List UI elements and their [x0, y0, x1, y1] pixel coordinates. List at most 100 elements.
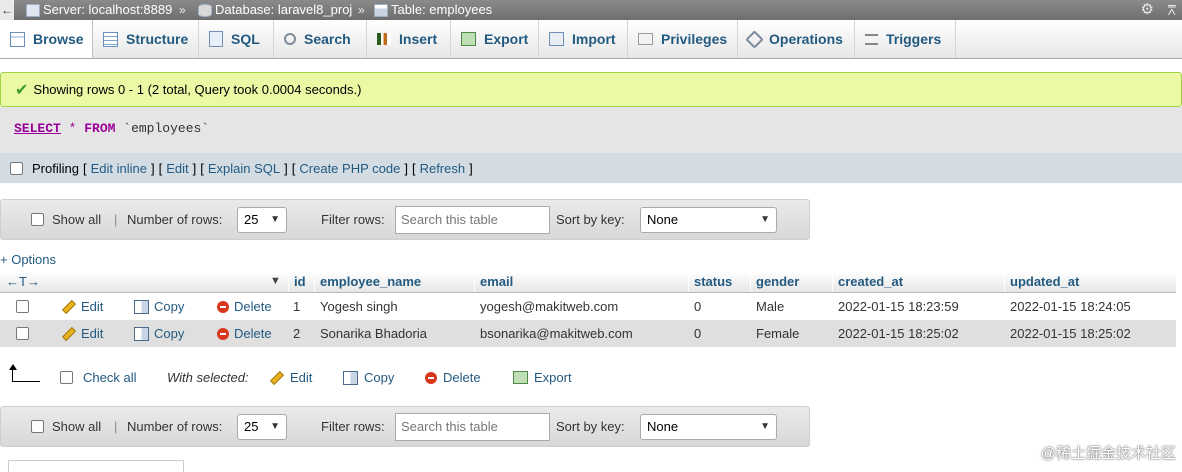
tab-import[interactable]: Import: [539, 20, 628, 58]
cell-email[interactable]: bsonarika@makitweb.com: [480, 326, 633, 341]
bulk-edit-button[interactable]: Edit: [269, 370, 312, 385]
column-header-gender[interactable]: gender: [756, 274, 799, 289]
cell-status[interactable]: 0: [694, 299, 701, 314]
triggers-icon: [865, 33, 878, 45]
back-arrow-icon[interactable]: ←: [0, 0, 14, 20]
bulk-export-button[interactable]: Export: [513, 370, 572, 385]
tab-export[interactable]: Export: [451, 20, 539, 58]
refresh-link[interactable]: Refresh: [420, 161, 466, 176]
with-selected-label: With selected:: [167, 370, 249, 385]
column-header-email[interactable]: email: [480, 274, 513, 289]
watermark: @稀土掘金技术社区: [1040, 445, 1176, 462]
bulk-delete-button[interactable]: Delete: [425, 370, 481, 385]
column-header-id[interactable]: id: [294, 274, 306, 289]
column-header-created-at[interactable]: created_at: [838, 274, 903, 289]
cell-id[interactable]: 1: [293, 299, 300, 314]
breadcrumb-database[interactable]: Database: laravel8_proj: [198, 0, 352, 20]
row-copy-button[interactable]: Copy: [134, 326, 184, 341]
profiling-checkbox[interactable]: [10, 161, 23, 175]
chevron-down-icon: ▼: [270, 213, 280, 225]
server-icon: [26, 3, 40, 17]
show-all-checkbox[interactable]: [31, 213, 44, 226]
filter-rows-label: Filter rows:: [321, 212, 385, 227]
filter-rows-label: Filter rows:: [321, 419, 385, 434]
profiling-label: Profiling: [32, 160, 79, 176]
cell-created-at[interactable]: 2022-01-15 18:23:59: [838, 299, 959, 314]
row-copy-button[interactable]: Copy: [134, 299, 184, 314]
tab-insert[interactable]: Insert: [367, 20, 451, 58]
column-menu-icon[interactable]: ▼: [270, 275, 281, 287]
cell-updated-at[interactable]: 2022-01-15 18:25:02: [1010, 326, 1131, 341]
cell-created-at[interactable]: 2022-01-15 18:25:02: [838, 326, 959, 341]
number-of-rows-select[interactable]: 25 ▼: [237, 413, 287, 440]
row-delete-button[interactable]: Delete: [217, 299, 272, 314]
cell-gender[interactable]: Male: [756, 299, 784, 314]
cell-employee-name[interactable]: Yogesh singh: [320, 299, 398, 314]
row-edit-button[interactable]: Edit: [61, 326, 103, 341]
breadcrumb: ← Server: localhost:8889 » Database: lar…: [0, 0, 1182, 20]
edit-link[interactable]: Edit: [166, 161, 188, 176]
cell-gender[interactable]: Female: [756, 326, 799, 341]
show-all-checkbox[interactable]: [31, 420, 44, 433]
show-all-toggle[interactable]: Show all: [31, 212, 101, 227]
tab-bar: Browse Structure SQL Search Insert Expor…: [0, 20, 1182, 59]
number-of-rows-select[interactable]: 25 ▼: [237, 206, 287, 233]
row-delete-button[interactable]: Delete: [217, 326, 272, 341]
tab-privileges[interactable]: Privileges: [628, 20, 738, 58]
tab-sql[interactable]: SQL: [199, 20, 274, 58]
options-link[interactable]: + Options: [0, 252, 56, 267]
operations-icon: [745, 29, 764, 49]
tab-triggers[interactable]: Triggers: [855, 20, 956, 58]
sort-by-key-select[interactable]: None ▼: [640, 413, 777, 440]
column-header-employee-name[interactable]: employee_name: [320, 274, 421, 289]
query-results-operations-panel: [8, 460, 184, 472]
chevron-down-icon: ▼: [760, 420, 770, 432]
copy-icon: [134, 326, 149, 341]
column-header-updated-at[interactable]: updated_at: [1010, 274, 1079, 289]
copy-icon: [343, 370, 358, 385]
check-all-checkbox[interactable]: [60, 371, 73, 384]
tab-structure[interactable]: Structure: [93, 20, 199, 58]
sort-by-key-select[interactable]: None ▼: [640, 206, 777, 233]
breadcrumb-server[interactable]: Server: localhost:8889: [26, 0, 172, 20]
tab-operations[interactable]: Operations: [738, 20, 855, 58]
sql-table-name: `employees`: [123, 121, 210, 136]
filter-rows-input[interactable]: Search this table: [395, 412, 550, 441]
cell-id[interactable]: 2: [293, 326, 300, 341]
navigation-bar-top: Show all | Number of rows: 25 ▼ Filter r…: [0, 199, 810, 240]
show-all-toggle[interactable]: Show all: [31, 419, 101, 434]
sql-query: SELECT * FROM `employees`: [0, 107, 1182, 153]
pencil-icon: [61, 326, 77, 341]
edit-inline-link[interactable]: Edit inline: [91, 161, 147, 176]
check-all-toggle[interactable]: Check all: [60, 370, 136, 385]
sql-icon: [209, 31, 223, 47]
number-of-rows-label: Number of rows:: [127, 419, 223, 434]
explain-sql-link[interactable]: Explain SQL: [208, 161, 280, 176]
bulk-copy-button[interactable]: Copy: [343, 370, 394, 385]
collapse-icon[interactable]: ⩞: [1167, 0, 1176, 20]
with-selected-bar: Check all With selected: Edit Copy Delet…: [0, 362, 620, 392]
breadcrumb-table[interactable]: Table: employees: [374, 0, 492, 20]
row-edit-button[interactable]: Edit: [61, 299, 103, 314]
create-php-code-link[interactable]: Create PHP code: [299, 161, 400, 176]
column-arrows-icon[interactable]: ←T→: [6, 274, 40, 289]
row-checkbox[interactable]: [16, 300, 29, 313]
tab-search[interactable]: Search: [274, 20, 367, 58]
database-icon: [198, 3, 212, 17]
column-header-status[interactable]: status: [694, 274, 732, 289]
cell-updated-at[interactable]: 2022-01-15 18:24:05: [1010, 299, 1131, 314]
gear-icon[interactable]: ⚙: [1141, 0, 1154, 20]
export-icon: [513, 371, 528, 384]
delete-icon: [217, 300, 229, 313]
table-icon: [374, 3, 388, 17]
tab-browse[interactable]: Browse: [0, 20, 93, 58]
filter-rows-input[interactable]: Search this table: [395, 205, 550, 234]
pencil-icon: [61, 299, 77, 314]
cell-employee-name[interactable]: Sonarika Bhadoria: [320, 326, 427, 341]
table-header: ←T→ ▼ id employee_name email status gend…: [0, 272, 1176, 293]
search-icon: [284, 33, 296, 45]
sql-keyword-select[interactable]: SELECT: [14, 121, 61, 136]
cell-status[interactable]: 0: [694, 326, 701, 341]
row-checkbox[interactable]: [16, 327, 29, 340]
cell-email[interactable]: yogesh@makitweb.com: [480, 299, 618, 314]
